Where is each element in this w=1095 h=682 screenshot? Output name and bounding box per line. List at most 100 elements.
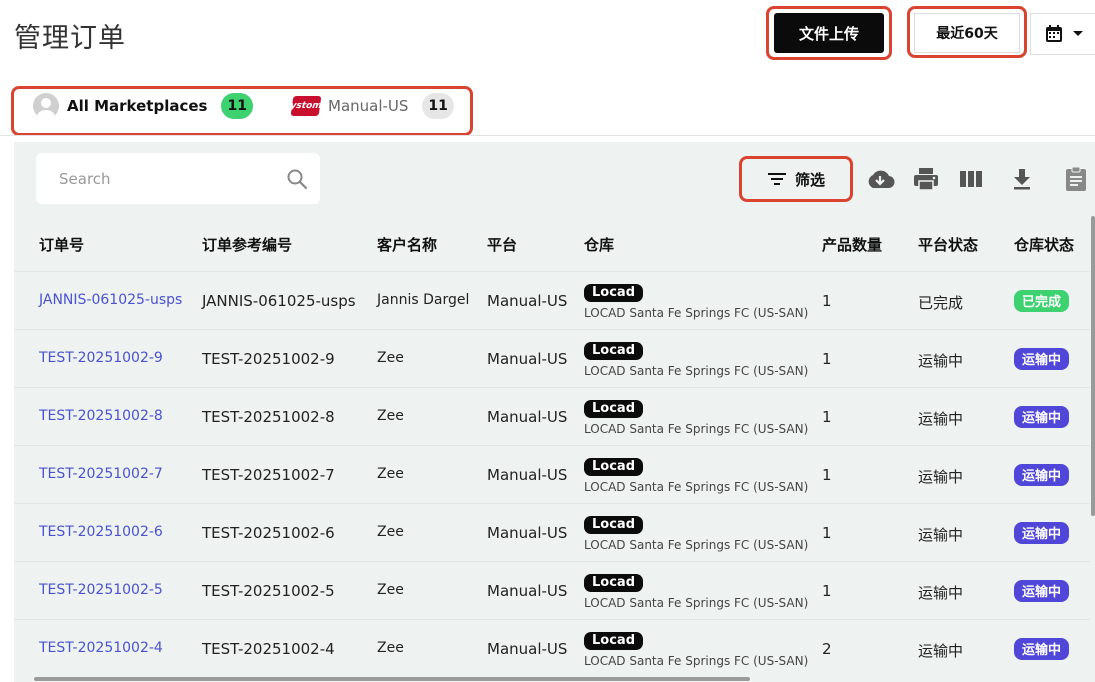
product-quantity: 1 [822,292,832,310]
platform-name: Manual-US [487,582,568,600]
platform-status: 运输中 [918,410,964,428]
tab-all-marketplaces[interactable]: All Marketplaces 11 [33,88,253,124]
reference-number: TEST-20251002-5 [202,582,335,600]
warehouse-name: LOCAD Santa Fe Springs FC (US-SAN) [584,538,809,552]
platform-status: 运输中 [918,526,964,544]
calendar-icon [1045,25,1062,42]
warehouse-cell: Locad LOCAD Santa Fe Springs FC (US-SAN) [584,514,808,552]
warehouse-status-badge: 运输中 [1014,580,1070,602]
tab-label: All Marketplaces [67,97,208,115]
upload-button[interactable]: 文件上传 [774,13,884,53]
product-quantity: 1 [822,524,832,542]
table-row[interactable]: JANNIS-061025-usps JANNIS-061025-usps Jann… [14,271,1090,329]
order-number-link[interactable]: TEST-20251002-5 [39,582,163,598]
reference-number: TEST-20251002-7 [202,466,335,484]
order-number-link[interactable]: TEST-20251002-9 [39,350,163,366]
marketplace-logo: ystom [290,96,322,116]
reference-number: TEST-20251002-4 [202,640,335,658]
warehouse-cell: Locad LOCAD Santa Fe Springs FC (US-SAN) [584,456,808,494]
tab-manual-us[interactable]: ystom Manual-US 11 [290,88,454,124]
warehouse-tag: Locad [584,632,643,650]
column-header-warehouse[interactable]: 仓库 [584,234,614,255]
reference-number: TEST-20251002-9 [202,350,335,368]
table-row[interactable]: TEST-20251002-6 TEST-20251002-6 Zee Manual-… [14,503,1090,561]
order-number-link[interactable]: TEST-20251002-8 [39,408,163,424]
product-quantity: 1 [822,582,832,600]
platform-status: 运输中 [918,352,964,370]
calendar-dropdown-button[interactable] [1030,13,1095,55]
product-quantity: 1 [822,408,832,426]
print-icon[interactable] [911,164,941,194]
download-icon[interactable] [1007,164,1037,194]
warehouse-name: LOCAD Santa Fe Springs FC (US-SAN) [584,422,809,436]
platform-status: 运输中 [918,468,964,486]
column-header-quantity[interactable]: 产品数量 [822,234,882,255]
column-header-platform[interactable]: 平台 [487,234,517,255]
search-input[interactable] [59,169,286,188]
search-box[interactable] [36,153,320,204]
order-number-link[interactable]: JANNIS-061025-usps [39,292,182,308]
platform-status: 已完成 [918,294,964,312]
filter-label: 筛选 [794,170,825,189]
platform-name: Manual-US [487,466,568,484]
table-row[interactable]: TEST-20251002-7 TEST-20251002-7 Zee Manual-… [14,445,1090,503]
warehouse-name: LOCAD Santa Fe Springs FC (US-SAN) [584,480,809,494]
platform-name: Manual-US [487,640,568,658]
warehouse-status-badge: 运输中 [1014,638,1070,660]
column-header-warehouse-status[interactable]: 仓库状态 [1014,234,1074,255]
platform-name: Manual-US [487,408,568,426]
column-header-reference[interactable]: 订单参考编号 [202,234,292,255]
warehouse-status-badge: 运输中 [1014,348,1070,370]
platform-name: Manual-US [487,350,568,368]
columns-icon[interactable] [956,164,986,194]
product-quantity: 1 [822,466,832,484]
customer-name: Zee [377,350,404,366]
warehouse-status-cell: 已完成 [1014,290,1070,312]
warehouse-cell: Locad LOCAD Santa Fe Springs FC (US-SAN) [584,282,808,320]
customer-name: Jannis Dargel [377,292,470,308]
cloud-download-icon[interactable] [865,164,895,194]
tabs-divider [0,135,1095,136]
platform-status: 运输中 [918,584,964,602]
order-number-link[interactable]: TEST-20251002-6 [39,524,163,540]
table-row[interactable]: TEST-20251002-5 TEST-20251002-5 Zee Manual-… [14,561,1090,619]
column-header-order-no[interactable]: 订单号 [39,234,84,255]
filter-icon [767,173,786,185]
filter-button[interactable]: 筛选 [746,162,846,196]
page-title: 管理订单 [14,23,126,54]
warehouse-tag: Locad [584,458,643,476]
product-quantity: 2 [822,640,832,658]
warehouse-tag: Locad [584,400,643,418]
warehouse-name: LOCAD Santa Fe Springs FC (US-SAN) [584,654,809,668]
count-badge: 11 [221,93,253,119]
vertical-scrollbar[interactable] [1091,216,1095,516]
table-row[interactable]: TEST-20251002-9 TEST-20251002-9 Zee Manual-… [14,329,1090,387]
warehouse-status-cell: 运输中 [1014,522,1070,544]
warehouse-status-cell: 运输中 [1014,406,1070,428]
clipboard-icon[interactable] [1061,164,1091,194]
date-range-button[interactable]: 最近60天 [914,13,1020,53]
user-avatar-icon [33,93,59,119]
table-row[interactable]: TEST-20251002-4 TEST-20251002-4 Zee Manual-… [14,619,1090,677]
platform-name: Manual-US [487,292,568,310]
customer-name: Zee [377,408,404,424]
warehouse-cell: Locad LOCAD Santa Fe Springs FC (US-SAN) [584,340,808,378]
chevron-down-icon [1072,31,1083,36]
customer-name: Zee [377,524,404,540]
platform-status: 运输中 [918,642,964,660]
warehouse-cell: Locad LOCAD Santa Fe Springs FC (US-SAN) [584,572,808,610]
search-icon[interactable] [286,168,308,190]
warehouse-name: LOCAD Santa Fe Springs FC (US-SAN) [584,364,809,378]
horizontal-scrollbar[interactable] [34,677,750,681]
warehouse-name: LOCAD Santa Fe Springs FC (US-SAN) [584,596,809,610]
warehouse-tag: Locad [584,516,643,534]
column-header-customer[interactable]: 客户名称 [377,234,437,255]
column-header-platform-status[interactable]: 平台状态 [918,234,978,255]
table-row[interactable]: TEST-20251002-8 TEST-20251002-8 Zee Manual-… [14,387,1090,445]
warehouse-status-badge: 运输中 [1014,406,1070,428]
order-number-link[interactable]: TEST-20251002-7 [39,466,163,482]
tab-label: Manual-US [328,97,409,115]
order-number-link[interactable]: TEST-20251002-4 [39,640,163,656]
warehouse-status-cell: 运输中 [1014,580,1070,602]
reference-number: TEST-20251002-8 [202,408,335,426]
